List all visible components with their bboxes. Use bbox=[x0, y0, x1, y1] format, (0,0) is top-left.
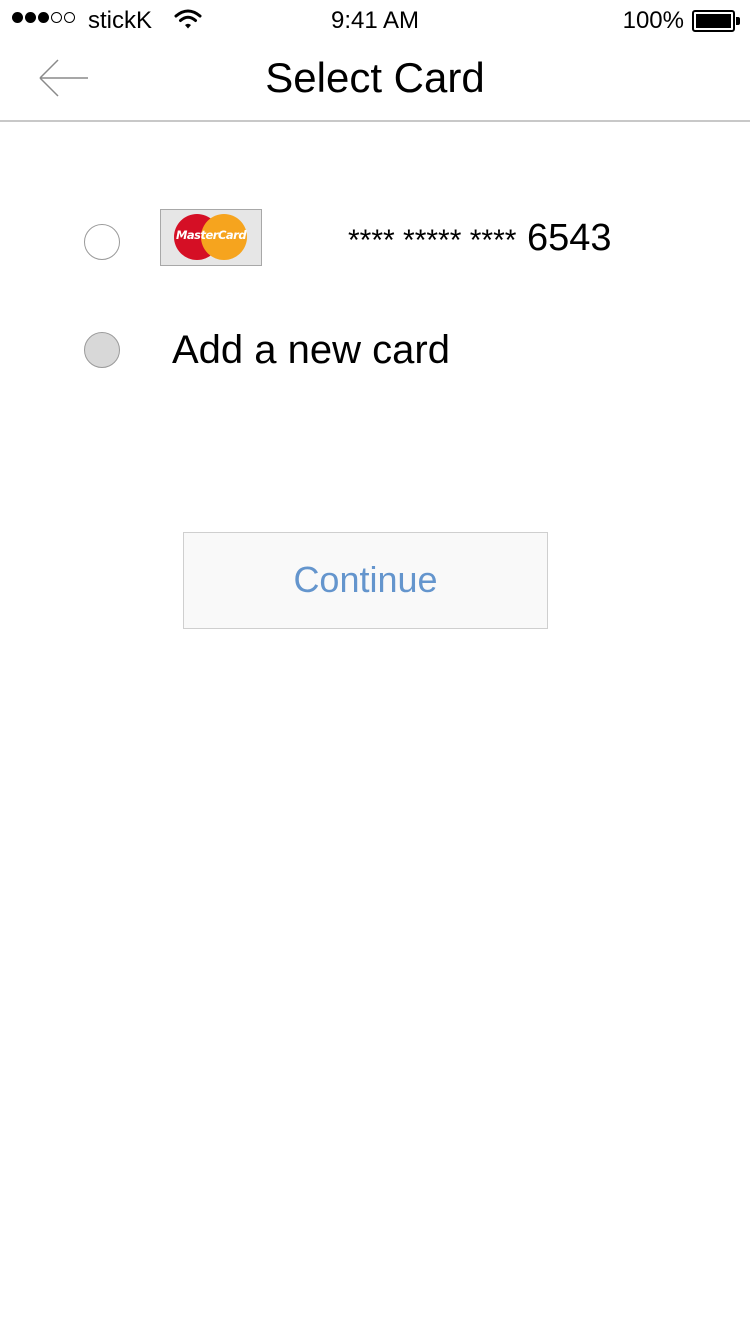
card-number-mask: **** ***** **** bbox=[348, 224, 517, 257]
add-new-card-radio[interactable] bbox=[84, 332, 120, 368]
card-number: **** ***** **** 6543 bbox=[348, 214, 612, 265]
saved-card-option[interactable]: MasterCard **** ***** **** 6543 bbox=[0, 200, 750, 280]
nav-bar: Select Card bbox=[0, 40, 750, 122]
add-new-card-label: Add a new card bbox=[172, 328, 450, 372]
saved-card-radio[interactable] bbox=[84, 224, 120, 260]
status-bar: stickK 9:41 AM 100% bbox=[0, 0, 750, 40]
battery-icon bbox=[692, 10, 740, 32]
battery-fill bbox=[696, 14, 731, 28]
page-title: Select Card bbox=[265, 54, 485, 101]
battery-percent: 100% bbox=[622, 7, 684, 34]
card-last4: 6543 bbox=[527, 217, 612, 259]
add-new-card-option[interactable]: Add a new card bbox=[0, 316, 750, 386]
card-brand-text: MasterCard bbox=[175, 228, 247, 242]
mastercard-logo: MasterCard bbox=[160, 209, 262, 266]
continue-button[interactable]: Continue bbox=[183, 532, 548, 629]
